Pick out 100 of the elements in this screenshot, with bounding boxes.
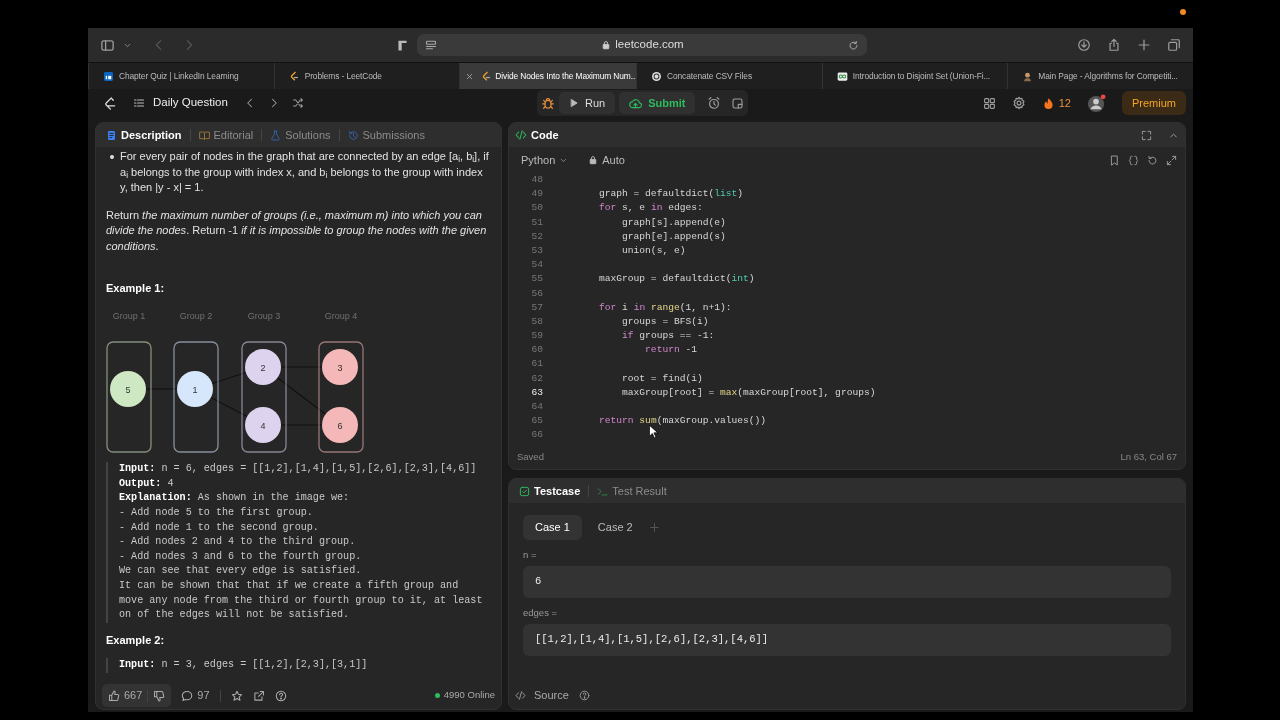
maximize-icon[interactable] [1166,154,1177,166]
input-field[interactable]: 6 [523,565,1171,598]
mouse-pointer-icon [649,425,658,439]
tab-overview-icon[interactable] [1167,38,1181,52]
braces-icon[interactable] [1128,154,1139,166]
note-icon[interactable] [731,96,745,110]
panel-tab[interactable]: Solutions [266,126,335,144]
case-tab[interactable]: Case 1 [523,515,582,540]
terminal-icon [597,485,609,497]
example-line: Input: n = 3, edges = [[1,2],[2,3],[3,1]] [119,658,369,673]
example-line: on of the edges will not be satisfied. [119,608,351,623]
browser-tab[interactable]: Divide Nodes Into the Maximum Num... [459,63,636,89]
source-link[interactable]: Source [515,687,569,704]
code-line: groups = BFS(i) [621,314,709,329]
example-line: - Add node 1 to the second group. [119,520,320,535]
lock-icon [588,155,599,165]
node-label: 4 [260,420,266,431]
address-bar[interactable]: leetcode.com [417,34,867,56]
shuffle-icon[interactable] [291,97,304,109]
code-line: graph[s].append(e) [621,215,726,230]
code-line: return -1 [644,343,697,358]
code-line: for i in range(1, n+1): [598,300,732,315]
page-menu-icon[interactable] [425,39,437,51]
favicon-icon [651,70,662,82]
bookmark-icon[interactable] [1109,154,1120,166]
reload-icon[interactable] [848,39,859,51]
auto-mode-toggle[interactable]: Auto [588,151,625,169]
url-text: leetcode.com [615,37,684,53]
input-field[interactable]: [[1,2],[1,4],[1,5],[2,6],[2,3],[4,6]] [523,624,1171,656]
code-line: union(s, e) [621,243,686,258]
line-number: 64 [530,400,543,414]
graph-edge [210,396,248,418]
share-icon[interactable] [1107,38,1121,52]
example-heading: Example 2: [106,632,166,648]
code-line: if groups == -1: [621,329,715,344]
online-count: 4990 Online [443,688,495,703]
download-icon[interactable] [1077,38,1091,52]
flask-icon [270,129,282,141]
line-number: 57 [530,300,543,315]
submit-button[interactable]: Submit [619,91,696,115]
line-number: 53 [530,243,543,258]
example-line: Output: 4 [119,476,175,491]
line-number: 55 [530,272,543,287]
history-icon [347,129,359,141]
example-line: move any node from the third or fourth group to it, at least [119,593,484,608]
daily-question-link[interactable]: Daily Question [133,94,228,112]
streak-counter[interactable]: 12 [1041,94,1071,112]
panel-tab[interactable]: Submissions [343,126,429,144]
logo-icon[interactable] [102,95,117,111]
code-line: maxGroup[root] = max(maxGroup[root], groups) [621,385,876,400]
panel-tab[interactable]: Editorial [194,126,258,144]
fullscreen-icon[interactable] [1141,129,1152,141]
cloud-upload-icon [629,96,643,110]
node-label: 2 [260,362,266,373]
code-line: for s, e in edges: [598,201,703,216]
line-number: 63 [530,385,543,400]
run-button[interactable]: Run [559,91,616,115]
code-line: root = find(i) [621,371,703,386]
settings-icon[interactable] [1011,96,1026,110]
group-label: Group 2 [179,311,213,322]
line-number: 59 [530,329,543,344]
example-line: - Add node 5 to the first group. [119,505,314,520]
example-line: Explanation: As shown in the image we: [119,491,351,506]
dislike-icon[interactable] [153,689,166,702]
star-icon[interactable] [230,689,243,702]
book-icon [198,129,210,141]
help-icon[interactable] [578,690,590,701]
code-line: graph = defaultdict(list) [598,187,743,202]
play-icon [569,98,579,108]
comments-button[interactable]: 97 [181,687,210,704]
panel-tab[interactable]: Testcase [515,482,585,500]
reset-icon[interactable] [1147,154,1158,166]
example-line: It can be shown that that if we create a fifth group and [119,578,460,593]
cursor-position: Ln 63, Col 67 [1120,449,1177,464]
line-number: 54 [530,258,543,273]
layout-icon[interactable] [982,96,996,110]
code-line: graph[e].append(s) [621,229,726,244]
recording-dot-icon [1180,9,1186,15]
panel-tab[interactable]: Test Result [593,482,671,500]
line-number: 56 [530,286,543,301]
help-icon[interactable] [274,689,287,702]
example-heading: Example 1: [106,280,166,296]
sidebar-icon[interactable] [100,37,115,53]
premium-button[interactable]: Premium [1122,90,1186,116]
avatar-icon[interactable] [1087,93,1106,113]
list-icon [133,97,145,109]
example-line: - Add nodes 2 and 4 to the third group. [119,535,357,550]
node-label: 1 [192,384,198,395]
alarm-icon[interactable] [707,96,722,110]
line-number: 49 [530,187,543,202]
bug-icon[interactable] [541,96,555,110]
case-tab[interactable]: Case 2 [585,515,645,540]
language-dropdown[interactable]: Python [517,151,573,169]
toolbar-logo-icon[interactable] [396,38,409,52]
share-icon[interactable] [252,689,265,702]
panel-tab[interactable]: Description [102,126,186,144]
line-number: 52 [530,229,543,244]
line-number: 62 [530,371,543,386]
code-line: maxGroup = defaultdict(int) [598,272,755,287]
new-tab-icon[interactable] [1137,38,1151,52]
